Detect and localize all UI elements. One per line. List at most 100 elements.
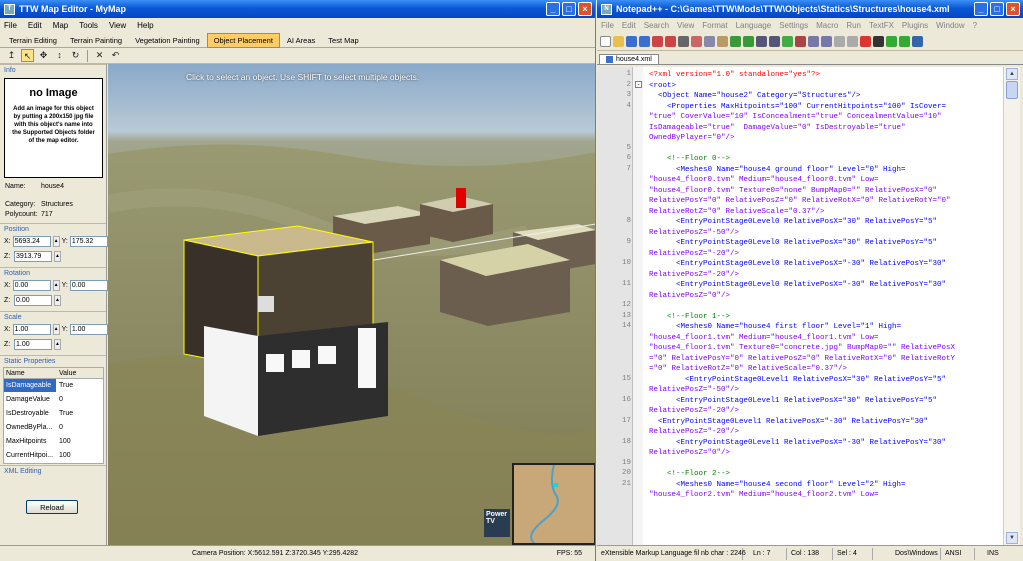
rotation-y-input[interactable] (69, 280, 108, 291)
np-menu-run[interactable]: Run (846, 21, 861, 30)
rotate-icon[interactable]: ↻ (69, 49, 82, 62)
show-all-chars-icon[interactable] (834, 36, 845, 47)
vertical-scrollbar[interactable]: ▲ ▼ (1003, 67, 1020, 545)
editor-titlebar[interactable]: T TTW Map Editor - MyMap _ □ × (0, 0, 595, 18)
rotation-x-input[interactable] (12, 280, 51, 291)
np-menu-view[interactable]: View (677, 21, 694, 30)
rotation-x-spinner[interactable]: ▲ (52, 280, 60, 291)
print-icon[interactable] (678, 36, 689, 47)
property-row[interactable]: IsDestroyable True (4, 407, 103, 421)
property-value[interactable]: True (56, 379, 73, 392)
place-object-icon[interactable]: ↥ (5, 49, 18, 62)
np-menu-window[interactable]: Window (936, 21, 964, 30)
tab-house4-xml[interactable]: house4.xml (599, 54, 659, 64)
scale-x-spinner[interactable]: ▲ (52, 324, 60, 335)
np-menu-settings[interactable]: Settings (779, 21, 808, 30)
paste-icon[interactable] (717, 36, 728, 47)
scroll-up-arrow-icon[interactable]: ▲ (1006, 68, 1018, 80)
undo-icon[interactable]: ↶ (109, 49, 122, 62)
close-file-icon[interactable] (652, 36, 663, 47)
menu-tools[interactable]: Tools (79, 21, 98, 30)
np-menu-format[interactable]: Format (702, 21, 727, 30)
np-menu-help[interactable]: ? (973, 21, 977, 30)
np-minimize-button[interactable]: _ (974, 2, 988, 16)
position-y-input[interactable] (69, 236, 108, 247)
menu-map[interactable]: Map (53, 21, 69, 30)
property-value[interactable]: 0 (56, 393, 63, 406)
select-pointer-icon[interactable]: ↖ (21, 49, 34, 62)
tab-terrain-painting[interactable]: Terrain Painting (64, 34, 128, 47)
find-icon[interactable] (756, 36, 767, 47)
run-macro-multiple-icon[interactable] (899, 36, 910, 47)
tab-object-placement[interactable]: Object Placement (206, 32, 280, 48)
move-vertical-icon[interactable]: ↕ (53, 49, 66, 62)
undo-icon[interactable] (730, 36, 741, 47)
np-menu-plugins[interactable]: Plugins (902, 21, 928, 30)
fold-toggle-icon[interactable]: - (635, 80, 642, 88)
tab-test-map[interactable]: Test Map (322, 34, 364, 47)
scale-z-spinner[interactable]: ▲ (54, 339, 61, 350)
np-menu-textfx[interactable]: TextFX (869, 21, 894, 30)
scroll-thumb[interactable] (1006, 81, 1018, 99)
reload-button[interactable]: Reload (26, 500, 78, 514)
menu-view[interactable]: View (109, 21, 126, 30)
delete-icon[interactable]: ✕ (93, 49, 106, 62)
property-value[interactable]: 100 (56, 449, 71, 462)
sync-scroll-icon[interactable] (808, 36, 819, 47)
tab-terrain-editing[interactable]: Terrain Editing (3, 34, 63, 47)
np-menu-language[interactable]: Language (736, 21, 772, 30)
save-all-icon[interactable] (639, 36, 650, 47)
cut-icon[interactable] (691, 36, 702, 47)
scale-z-input[interactable] (14, 339, 52, 350)
menu-file[interactable]: File (4, 21, 17, 30)
menu-edit[interactable]: Edit (28, 21, 42, 30)
property-row[interactable]: OwnedByPla... 0 (4, 421, 103, 435)
move-icon[interactable]: ✥ (37, 49, 50, 62)
position-z-spinner[interactable]: ▲ (54, 251, 61, 262)
save-macro-icon[interactable] (912, 36, 923, 47)
stop-macro-icon[interactable] (873, 36, 884, 47)
property-row[interactable]: MaxHitpoints 100 (4, 435, 103, 449)
menu-help[interactable]: Help (137, 21, 153, 30)
np-menu-macro[interactable]: Macro (816, 21, 838, 30)
zoom-in-icon[interactable] (782, 36, 793, 47)
scale-x-input[interactable] (12, 324, 51, 335)
tab-ai-areas[interactable]: AI Areas (281, 34, 321, 47)
property-row[interactable]: CurrentHitpoi... 100 (4, 449, 103, 463)
word-wrap-icon[interactable] (821, 36, 832, 47)
open-file-icon[interactable] (613, 36, 624, 47)
scale-y-input[interactable] (69, 324, 108, 335)
rotation-z-input[interactable] (14, 295, 52, 306)
np-maximize-button[interactable]: □ (990, 2, 1004, 16)
code-editor[interactable]: 1 <?xml version="1.0" standalone="yes"?> 2… (597, 67, 1003, 545)
replace-icon[interactable] (769, 36, 780, 47)
record-macro-icon[interactable] (860, 36, 871, 47)
indent-guide-icon[interactable] (847, 36, 858, 47)
minimize-button[interactable]: _ (546, 2, 560, 16)
close-all-icon[interactable] (665, 36, 676, 47)
np-menu-search[interactable]: Search (644, 21, 669, 30)
scroll-down-arrow-icon[interactable]: ▼ (1006, 532, 1018, 544)
maximize-button[interactable]: □ (562, 2, 576, 16)
tab-vegetation-painting[interactable]: Vegetation Painting (129, 34, 206, 47)
notepad-titlebar[interactable]: N Notepad++ - C:\Games\TTW\Mods\TTW\Obje… (597, 0, 1023, 18)
zoom-out-icon[interactable] (795, 36, 806, 47)
property-value[interactable]: 100 (56, 435, 71, 448)
np-menu-edit[interactable]: Edit (622, 21, 636, 30)
np-close-button[interactable]: × (1006, 2, 1020, 16)
property-value[interactable]: 0 (56, 421, 63, 434)
3d-viewport[interactable]: Click to select an object. Use SHIFT to … (108, 64, 595, 545)
copy-icon[interactable] (704, 36, 715, 47)
position-z-input[interactable] (14, 251, 52, 262)
close-button[interactable]: × (578, 2, 592, 16)
np-menu-file[interactable]: File (601, 21, 614, 30)
property-row[interactable]: IsDamageable True (4, 379, 103, 393)
redo-icon[interactable] (743, 36, 754, 47)
position-x-input[interactable] (12, 236, 51, 247)
property-value[interactable]: True (56, 407, 73, 420)
new-file-icon[interactable] (600, 36, 611, 47)
property-row[interactable]: DamageValue 0 (4, 393, 103, 407)
play-macro-icon[interactable] (886, 36, 897, 47)
save-icon[interactable] (626, 36, 637, 47)
position-x-spinner[interactable]: ▲ (52, 236, 60, 247)
